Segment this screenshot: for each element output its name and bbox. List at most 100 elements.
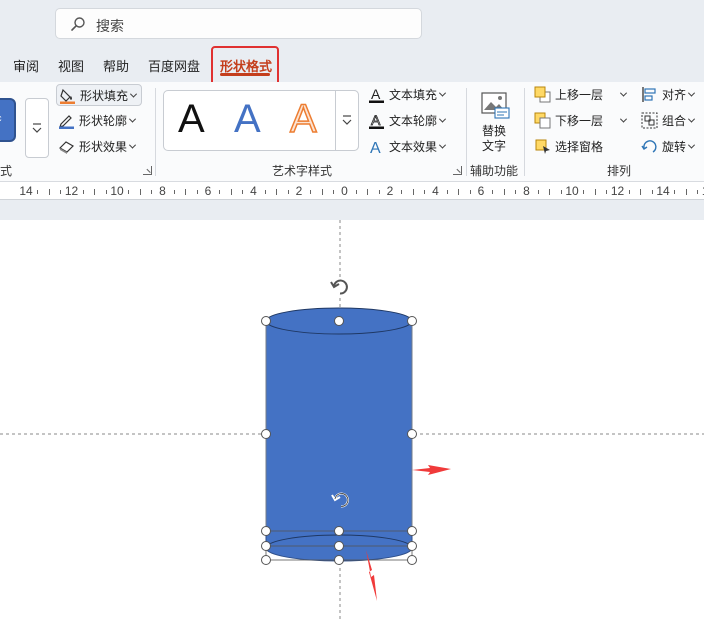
send-backward-button[interactable]: 下移一层 [534,109,628,131]
svg-text:A: A [371,86,381,102]
ruler-tick [594,189,596,195]
tab-help[interactable]: 帮助 [103,56,129,75]
selection-pane-label: 选择窗格 [555,139,604,154]
ruler-tick [412,189,414,195]
shape-fill-button[interactable]: 形状填充 [56,84,142,106]
shape-effects-button[interactable]: 形状效果 [58,135,137,157]
ruler-tick [515,190,517,194]
wordart-more-button[interactable] [335,90,359,151]
resize-handle[interactable] [334,555,344,565]
rotate-button[interactable]: 旋转 [641,135,696,157]
ruler-tick [537,190,539,194]
shape-effects-label: 形状效果 [79,139,128,154]
ruler-tick [94,189,96,195]
ruler-label: 2 [386,184,394,198]
tab-baidu-netdisk[interactable]: 百度网盘 [148,56,200,75]
rotate-handle-icon[interactable] [330,279,348,295]
bring-forward-label: 上移一层 [555,87,604,102]
chevron-down-icon [687,115,696,123]
wordart-gallery[interactable]: A A A [163,90,359,151]
selection-pane-button[interactable]: 选择窗格 [534,135,603,157]
more-icon [342,115,352,125]
ruler-tick [48,189,50,195]
ruler-tick [230,189,232,195]
cylinder-shape[interactable] [265,307,413,562]
wordart-style-orange-outline[interactable]: A [289,96,317,142]
resize-handle[interactable] [261,555,271,565]
ruler-tick [310,190,312,194]
selection-pane-icon [535,139,550,154]
more-icon [32,123,42,133]
wordart-style-blue[interactable]: A [234,97,261,142]
group-label: 组合 [662,113,687,128]
align-label: 对齐 [662,87,687,102]
ruler-tick [685,189,687,195]
shape-style-swatch[interactable]: c [0,98,16,142]
slide-drawing [0,208,704,621]
text-fill-button[interactable]: A 文本填充 [368,83,447,105]
align-button[interactable]: 对齐 [641,83,696,105]
alt-text-icon [481,92,510,119]
ruler-tick [469,190,471,194]
ruler-tick [264,190,266,194]
resize-handle[interactable] [261,429,271,439]
paint-bucket-icon [60,88,75,104]
resize-handle[interactable] [407,316,417,326]
resize-handle[interactable] [334,526,344,536]
horizontal-ruler: 14121086420246810121416 [0,182,704,200]
resize-handle[interactable] [407,555,417,565]
wordart-group-label: 艺术字样式 [272,164,333,178]
dialog-launcher-icon[interactable] [143,166,152,175]
ruler-tick [401,190,403,194]
slide-canvas[interactable] [0,208,704,621]
tab-view[interactable]: 视图 [58,56,84,75]
text-outline-button[interactable]: A 文本轮廓 [368,109,447,131]
resize-handle[interactable] [261,316,271,326]
resize-handle[interactable] [261,526,271,536]
ruler-tick [458,189,460,195]
resize-handle[interactable] [334,541,344,551]
rotate-icon [641,139,657,153]
resize-handle[interactable] [261,541,271,551]
text-effects-icon: A [370,140,381,155]
alt-text-button[interactable]: 替换 文字 [476,88,514,154]
dialog-launcher-icon[interactable] [453,166,462,175]
group-button[interactable]: 组合 [641,109,696,131]
title-bar: 搜索 [0,0,704,46]
resize-handle[interactable] [407,429,417,439]
bring-forward-button[interactable]: 上移一层 [534,83,628,105]
gallery-more-button[interactable] [25,98,49,158]
shape-fill-label: 形状填充 [80,88,129,103]
wordart-style-black[interactable]: A [178,97,205,142]
ruler-tick [628,190,630,194]
chevron-down-icon [438,115,447,123]
ruler-tick [242,190,244,194]
ruler-tick [60,190,62,194]
ruler-label: 8 [159,184,166,198]
accessibility-group-label: 辅助功能 [470,164,519,178]
chevron-down-icon [438,89,447,97]
tab-review[interactable]: 审阅 [13,56,39,75]
ruler-label: 12 [610,184,625,198]
ribbon-tabs: 审阅 视图 帮助 百度网盘 形状格式 [0,46,704,82]
resize-handle[interactable] [407,526,417,536]
arrange-group-label: 排列 [607,164,632,178]
ruler-label: 14 [19,184,33,198]
svg-text:A: A [371,112,381,128]
shape-outline-button[interactable]: 形状轮廓 [58,109,137,131]
resize-handle[interactable] [334,316,344,326]
annotation-arrow [412,465,451,475]
bring-forward-icon [534,86,551,102]
group-icon [641,112,658,128]
ruler-label: 10 [110,184,124,198]
ruler-tick [697,190,699,194]
ruler-tick [276,189,278,195]
resize-handle[interactable] [407,541,417,551]
text-effects-label: 文本效果 [389,139,438,154]
text-effects-button[interactable]: A 文本效果 [368,135,447,157]
search-box[interactable]: 搜索 [55,8,422,39]
ruler-tick [367,189,369,195]
shape-styles-gallery[interactable]: c [0,90,50,158]
ruler-tick [128,190,130,194]
shape-effects-icon [59,140,74,154]
